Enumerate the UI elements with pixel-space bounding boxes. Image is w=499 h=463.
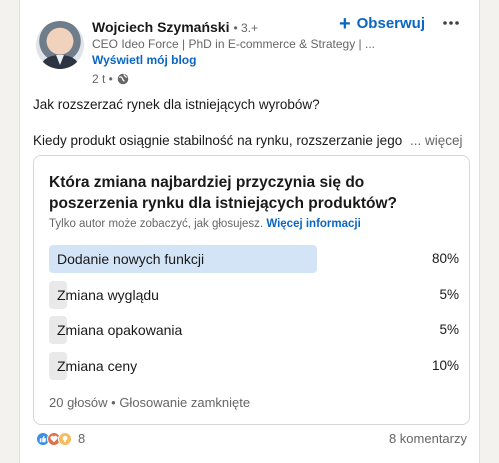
- poll-option-label: Zmiana ceny: [57, 358, 138, 374]
- poll-footer: 20 głosów • Głosowanie zamknięte: [49, 395, 251, 410]
- more-options-icon[interactable]: [441, 13, 461, 33]
- globe-icon: [117, 73, 129, 85]
- plus-icon: +: [338, 12, 351, 35]
- author-name-row: Wojciech Szymański • 3.+: [92, 19, 362, 35]
- post-text-line-2-content: Kiedy produkt osiągnie stabilność na ryn…: [33, 133, 403, 148]
- more-info-link[interactable]: Więcej informacji: [266, 218, 360, 230]
- author-headline: CEO Ideo Force | PhD in E-commerce & Str…: [92, 37, 375, 51]
- post-time-row: 2 t •: [92, 72, 362, 86]
- poll-option[interactable]: Dodanie nowych funkcji 80%: [49, 245, 459, 273]
- poll-option-percent: 10%: [431, 358, 459, 373]
- poll-question: Która zmiana najbardziej przyczynia się …: [49, 174, 397, 212]
- author-name[interactable]: Wojciech Szymański: [92, 19, 229, 35]
- insightful-icon: [58, 431, 72, 446]
- poll-option[interactable]: Zmiana ceny 10%: [49, 352, 459, 380]
- poll-card: Która zmiana najbardziej przyczynia się …: [33, 155, 470, 425]
- social-counts[interactable]: 8: [36, 431, 85, 446]
- post-time: 2 t •: [92, 72, 113, 86]
- poll-option-label: Zmiana opakowania: [57, 322, 183, 338]
- post-text-line-2: Kiedy produkt osiągnie stabilność na ryn…: [33, 133, 463, 148]
- author-meta: Wojciech Szymański • 3.+ CEO Ideo Force …: [92, 19, 375, 86]
- visibility-text: Tylko autor może zobaczyć, jak głosujesz…: [49, 218, 264, 230]
- see-more-link[interactable]: ... więcej: [410, 133, 463, 148]
- comments-count[interactable]: 8 komentarzy: [389, 431, 467, 446]
- poll-option[interactable]: Zmiana wyglądu 5%: [49, 281, 459, 309]
- poll-option-label: Zmiana wyglądu: [57, 287, 159, 303]
- follow-button[interactable]: + Obserwuj: [338, 12, 425, 35]
- view-blog-link[interactable]: Wyświetl mój blog: [92, 53, 196, 67]
- poll-option-percent: 80%: [431, 251, 459, 266]
- reaction-count: 8: [78, 431, 86, 446]
- feed-post-card: Wojciech Szymański • 3.+ CEO Ideo Force …: [19, 0, 480, 463]
- follow-label: Obserwuj: [356, 15, 425, 32]
- poll-option-percent: 5%: [439, 322, 459, 337]
- post-header: Wojciech Szymański • 3.+ CEO Ideo Force …: [36, 13, 467, 93]
- poll-option-label: Dodanie nowych funkcji: [57, 251, 205, 267]
- poll-visibility-note: Tylko autor może zobaczyć, jak głosujesz…: [49, 218, 361, 230]
- reaction-icons: [36, 431, 72, 446]
- poll-option-percent: 5%: [439, 287, 459, 302]
- post-text-line-1: Jak rozszerzać rynek dla istniejących wy…: [33, 97, 320, 112]
- poll-option[interactable]: Zmiana opakowania 5%: [49, 316, 459, 344]
- author-avatar[interactable]: [36, 21, 84, 69]
- connection-degree: • 3.+: [233, 21, 259, 35]
